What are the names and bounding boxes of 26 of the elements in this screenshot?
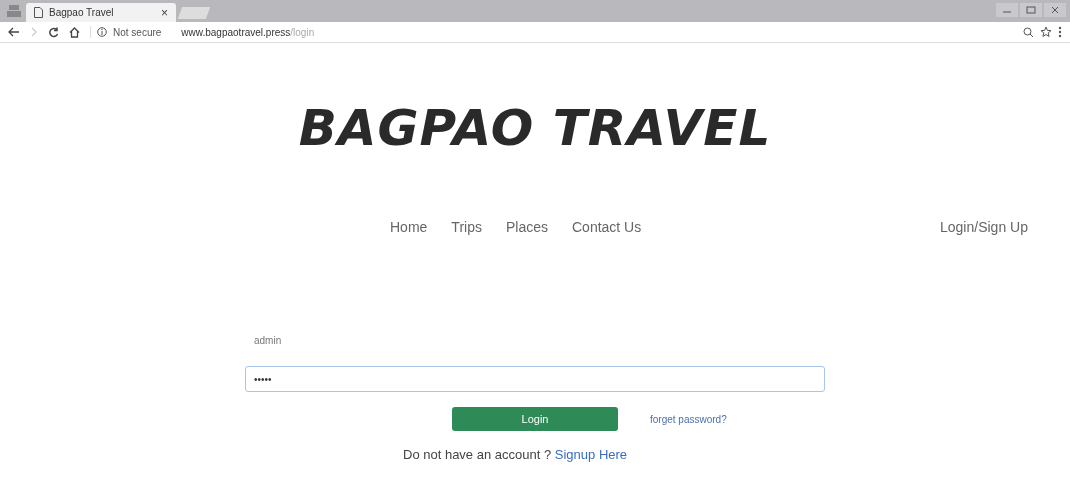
nav-link[interactable]: Places	[505, 219, 548, 235]
home-icon[interactable]	[69, 26, 80, 38]
page-icon	[34, 7, 43, 18]
close-icon[interactable]	[1044, 3, 1066, 17]
reload-icon[interactable]	[48, 26, 59, 38]
username-field[interactable]: admin	[245, 327, 825, 353]
url-text[interactable]: www.bagpaotravel.press/login	[181, 26, 315, 38]
browser-tab[interactable]: Bagpao Travel ×	[26, 3, 176, 22]
tab-close-button[interactable]: ×	[161, 5, 168, 20]
nav-link[interactable]: Home	[390, 219, 428, 235]
info-icon[interactable]	[97, 27, 107, 37]
signup-link[interactable]: Signup Here	[554, 447, 628, 462]
back-icon[interactable]	[8, 27, 20, 37]
forgot-password-link[interactable]: forget password?	[650, 413, 727, 425]
star-icon[interactable]	[1040, 26, 1052, 38]
more-menu-icon[interactable]	[1058, 26, 1062, 38]
password-field[interactable]: •••••	[245, 366, 825, 392]
signup-prompt: Do not have an account ? Signup Here	[403, 447, 629, 462]
nav-link[interactable]: Contact Us	[572, 219, 642, 235]
login-signup-link[interactable]: Login/Sign Up	[940, 219, 1028, 235]
site-logo[interactable]: BAGPAO TRAVEL	[298, 99, 772, 157]
tab-title: Bagpao Travel	[49, 7, 115, 18]
security-label: Not secure	[113, 26, 162, 38]
zoom-icon[interactable]	[1023, 26, 1034, 38]
login-button[interactable]: Login	[452, 407, 618, 431]
nav-link[interactable]: Trips	[451, 219, 482, 235]
